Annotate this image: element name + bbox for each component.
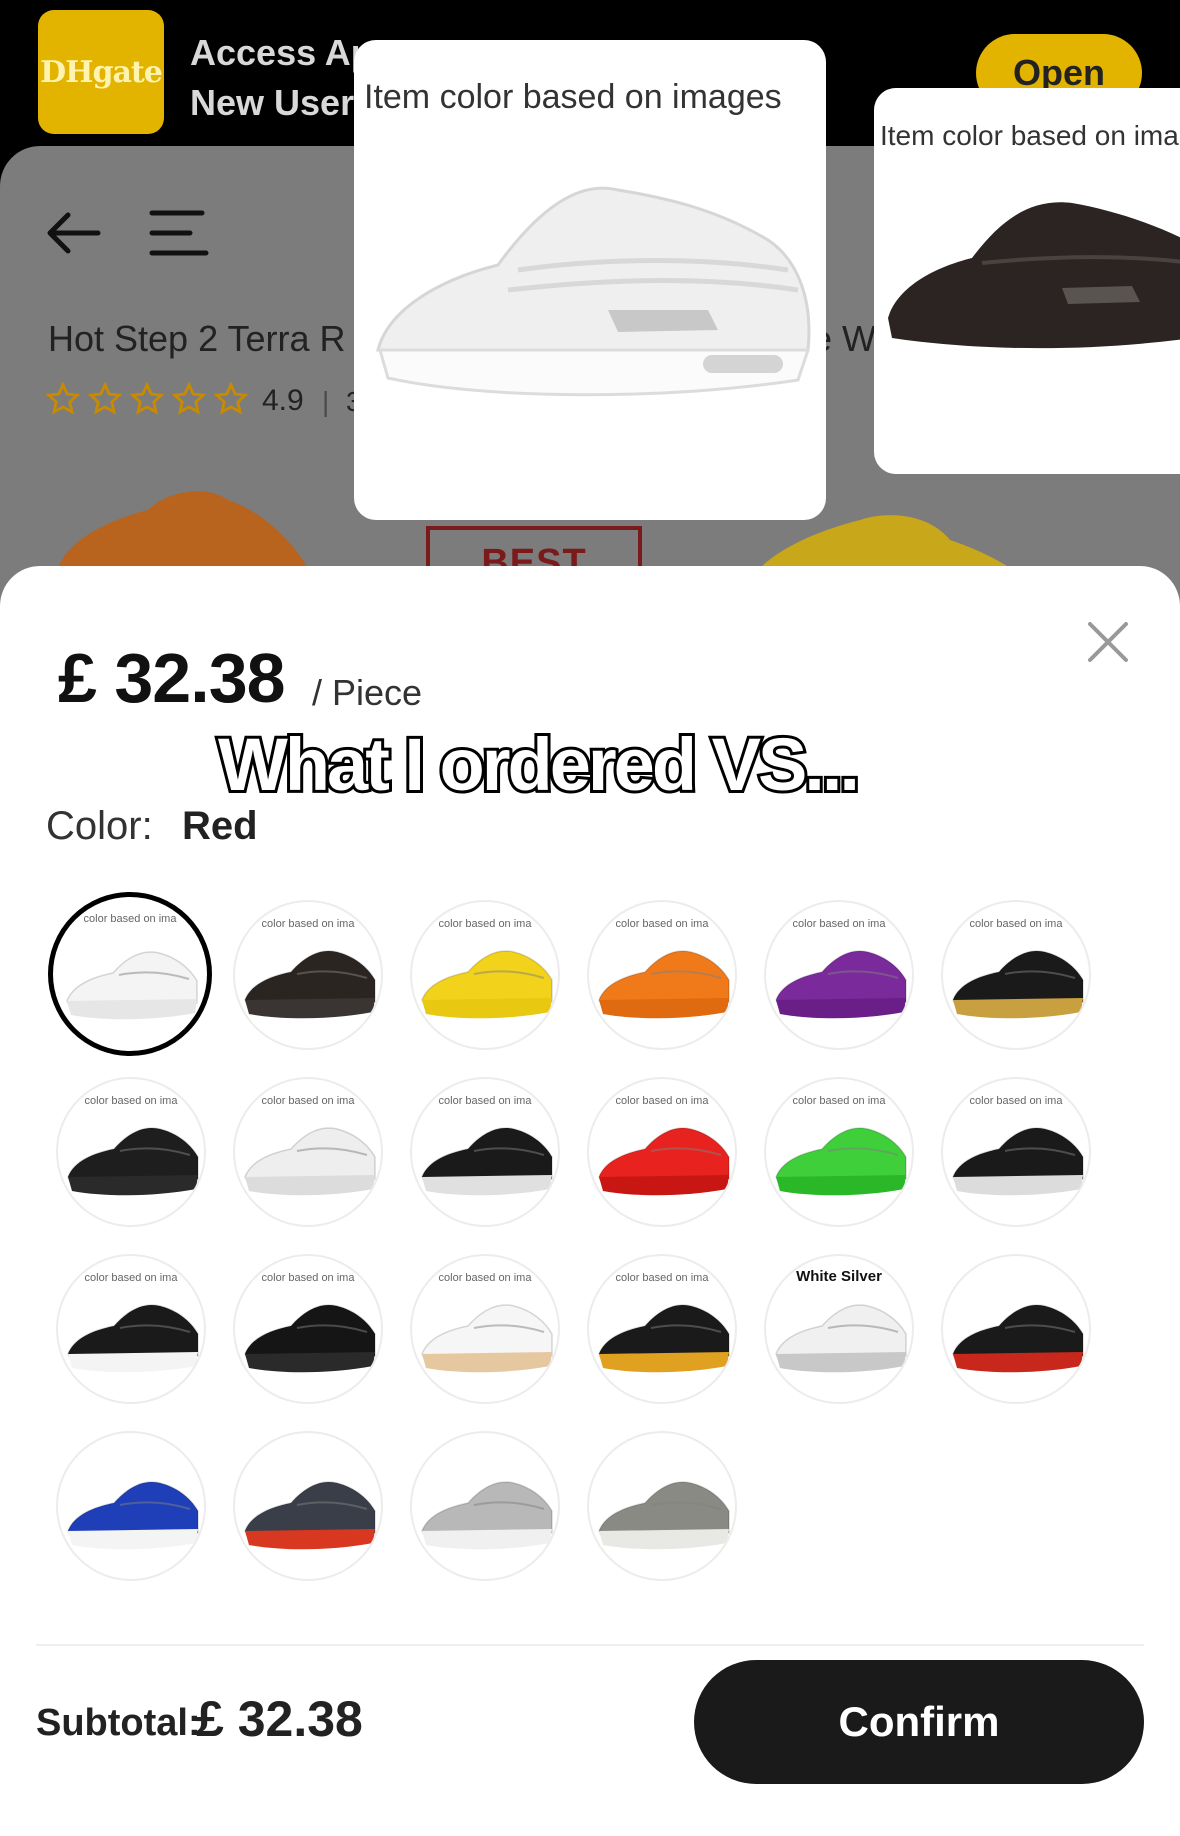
shoe-thumbnail-image <box>421 950 553 1019</box>
shoe-thumbnail-image <box>66 951 198 1020</box>
image-caption: Item color based on images <box>364 78 782 116</box>
swatch-tag: color based on ima <box>792 1095 886 1107</box>
image-preview-card-black[interactable]: Item color based on ima <box>874 88 1180 474</box>
shoe-thumbnail-image <box>952 1304 1084 1373</box>
shoe-thumbnail-image <box>775 1127 907 1196</box>
shoe-thumbnail-image <box>598 1304 730 1373</box>
shoe-thumbnail-image <box>67 1304 199 1373</box>
color-swatch[interactable]: color based on ima <box>410 1077 560 1227</box>
star-icon <box>46 382 80 415</box>
swatch-tag: color based on ima <box>261 1095 355 1107</box>
close-icon[interactable] <box>1086 620 1130 664</box>
color-swatch[interactable]: color based on ima <box>48 892 212 1056</box>
shoe-thumbnail-image <box>598 1481 730 1550</box>
subtotal-label: Subtotal: <box>36 1702 201 1744</box>
color-swatch[interactable]: color based on ima <box>587 1254 737 1404</box>
orange-shoe-image <box>58 491 308 568</box>
shoe-thumbnail-image <box>598 950 730 1019</box>
swatch-tag: color based on ima <box>792 918 886 930</box>
swatch-tag: color based on ima <box>84 1095 178 1107</box>
shoe-thumbnail-image <box>952 950 1084 1019</box>
shoe-thumbnail-image <box>598 1127 730 1196</box>
black-shoe-image <box>888 202 1180 349</box>
color-swatch[interactable]: color based on ima <box>410 900 560 1050</box>
rating-value: 4.9 <box>262 384 304 417</box>
video-caption-overlay: What I ordered VS... <box>215 720 863 809</box>
subtotal-value: £ 32.38 <box>196 1691 363 1747</box>
color-swatch[interactable]: color based on ima <box>587 1077 737 1227</box>
color-swatch[interactable]: color based on ima <box>233 1077 383 1227</box>
color-swatch[interactable] <box>56 1431 206 1581</box>
color-swatch[interactable] <box>587 1431 737 1581</box>
swatch-tag: color based on ima <box>438 1095 532 1107</box>
selected-color: Red <box>182 804 258 848</box>
swatch-tag: color based on ima <box>261 1272 355 1284</box>
shoe-thumbnail-image <box>244 950 376 1019</box>
shoe-thumbnail-image <box>775 950 907 1019</box>
white-shoe-image <box>376 186 811 397</box>
color-swatch[interactable] <box>233 1431 383 1581</box>
menu-icon[interactable] <box>148 208 210 258</box>
shoe-thumbnail-image <box>67 1481 199 1550</box>
banner-text: Access Ap New User <box>190 28 373 128</box>
swatch-tag: color based on ima <box>438 1272 532 1284</box>
banner-line-1: Access Ap <box>190 32 373 73</box>
color-swatch[interactable]: color based on ima <box>410 1254 560 1404</box>
swatch-tag: color based on ima <box>615 918 709 930</box>
shoe-thumbnail-image <box>244 1127 376 1196</box>
star-icon <box>88 382 122 415</box>
color-swatch[interactable]: color based on ima <box>764 1077 914 1227</box>
image-caption: Item color based on ima <box>880 120 1179 151</box>
shoe-thumbnail-image <box>244 1304 376 1373</box>
color-swatch[interactable]: color based on ima <box>941 1077 1091 1227</box>
price-unit: / Piece <box>312 672 423 713</box>
shoe-thumbnail-image <box>67 1127 199 1196</box>
color-swatch[interactable]: color based on ima <box>941 900 1091 1050</box>
color-label: Color: <box>46 804 153 848</box>
back-arrow-icon[interactable] <box>44 208 102 258</box>
swatch-tag: color based on ima <box>84 1272 178 1284</box>
color-swatch[interactable]: color based on ima <box>56 1254 206 1404</box>
rating-stars <box>46 382 248 416</box>
color-swatch[interactable] <box>941 1254 1091 1404</box>
color-swatch[interactable]: color based on ima <box>56 1077 206 1227</box>
color-swatch[interactable]: color based on ima <box>764 900 914 1050</box>
swatch-tag: color based on ima <box>261 918 355 930</box>
swatch-tag: color based on ima <box>83 913 177 925</box>
swatch-tag: color based on ima <box>615 1095 709 1107</box>
price: £ 32.38 <box>58 639 286 717</box>
banner-line-2: New User <box>190 82 355 123</box>
shoe-thumbnail-image <box>775 1304 907 1373</box>
shoe-thumbnail-image <box>244 1481 376 1550</box>
confirm-button[interactable]: Confirm <box>694 1660 1144 1784</box>
app-screen: DHgate Access Ap New User Open Hot Step … <box>0 0 1180 1836</box>
swatch-tag: color based on ima <box>438 918 532 930</box>
shoe-thumbnail-image <box>952 1127 1084 1196</box>
star-icon <box>214 382 248 415</box>
shoe-thumbnail-image <box>421 1304 553 1373</box>
shoe-thumbnail-image <box>421 1127 553 1196</box>
product-title: Hot Step 2 Terra R <box>48 318 346 359</box>
color-swatch[interactable]: White Silver <box>764 1254 914 1404</box>
swatch-tag: color based on ima <box>615 1272 709 1284</box>
swatch-tag: White Silver <box>796 1268 882 1285</box>
color-swatch[interactable]: color based on ima <box>587 900 737 1050</box>
rating-separator: | <box>322 386 330 417</box>
color-swatch[interactable] <box>410 1431 560 1581</box>
star-icon <box>172 382 206 415</box>
swatch-tag: color based on ima <box>969 918 1063 930</box>
color-swatch[interactable]: color based on ima <box>233 900 383 1050</box>
swatch-tag: color based on ima <box>969 1095 1063 1107</box>
star-icon <box>130 382 164 415</box>
image-preview-card-white[interactable]: Item color based on images <box>354 40 826 520</box>
shoe-thumbnail-image <box>421 1481 553 1550</box>
divider <box>36 1644 1144 1646</box>
color-swatch[interactable]: color based on ima <box>233 1254 383 1404</box>
dhgate-logo: DHgate <box>38 10 164 134</box>
